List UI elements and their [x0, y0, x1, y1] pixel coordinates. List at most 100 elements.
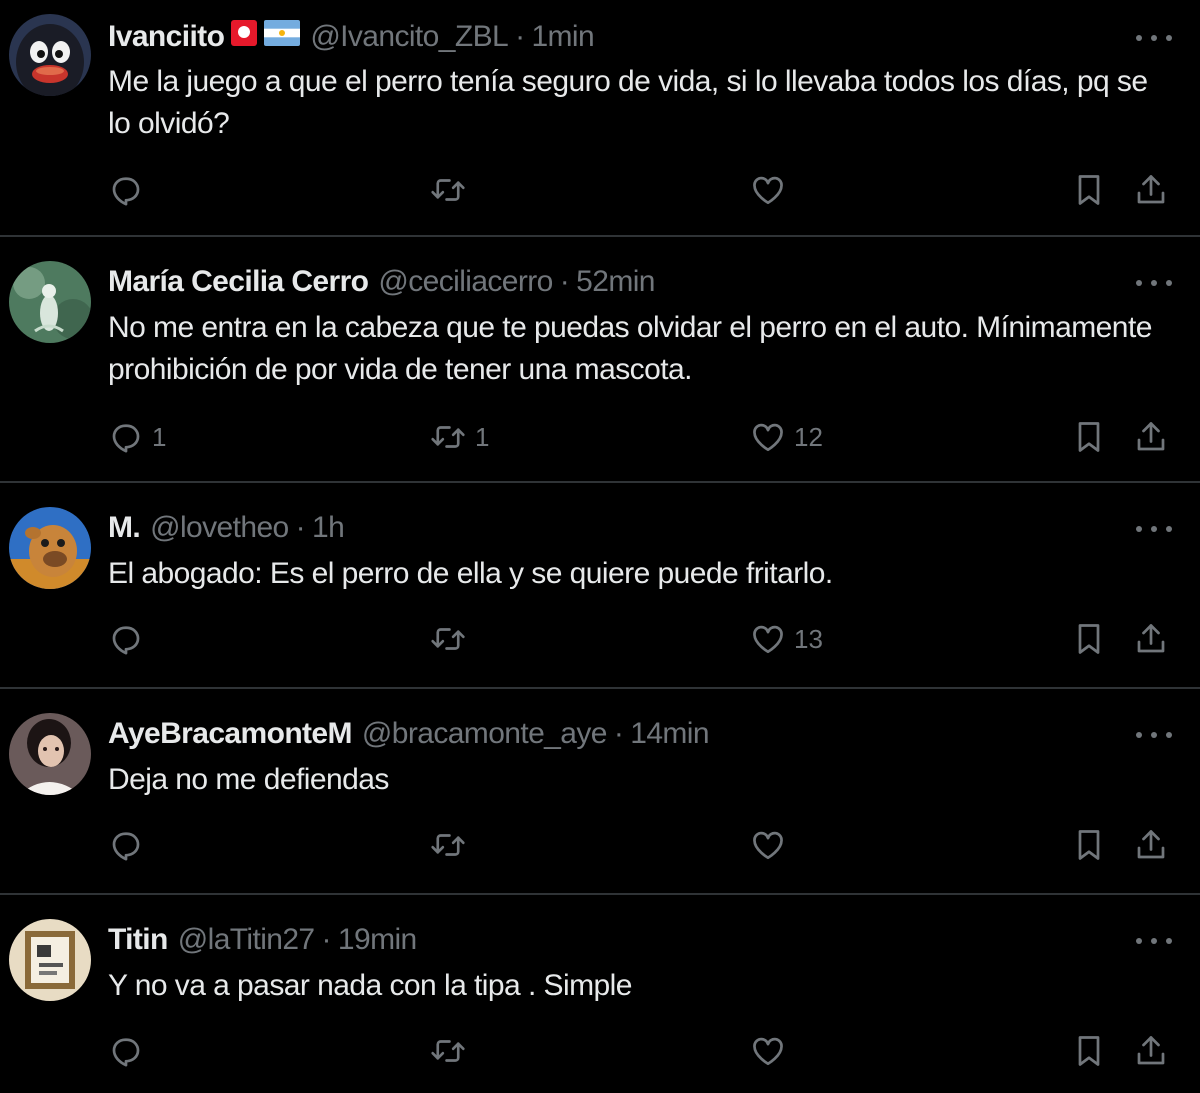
- tweet[interactable]: Ivanciito @Ivancito_ZBL · 1min Me la jue…: [0, 0, 1200, 237]
- tweet-text: El abogado: Es el perro de ella y se qui…: [108, 557, 833, 590]
- bookmark-button[interactable]: [1073, 419, 1105, 455]
- timestamp[interactable]: 19min: [338, 923, 417, 957]
- bookmark-icon: [1078, 175, 1100, 205]
- more-icon[interactable]: [1136, 729, 1172, 741]
- user-handle[interactable]: @lovetheo: [150, 511, 289, 545]
- heart-icon: [753, 625, 783, 654]
- user-handle[interactable]: @laTitin27: [178, 923, 315, 957]
- share-button[interactable]: [1133, 827, 1169, 863]
- like-button[interactable]: [750, 172, 794, 208]
- share-icon: [1137, 1036, 1165, 1065]
- like-button[interactable]: [750, 827, 794, 863]
- retweet-icon: [431, 834, 465, 856]
- reply-button[interactable]: [108, 621, 152, 657]
- tweet-header: M. @lovetheo · 1h: [108, 508, 1130, 548]
- tweet[interactable]: Titin @laTitin27 · 19min Y no va a pasar…: [0, 895, 1200, 1093]
- retweet-button[interactable]: [429, 172, 475, 208]
- timestamp[interactable]: 1min: [531, 20, 594, 54]
- share-button[interactable]: [1133, 1033, 1169, 1069]
- bookmark-icon: [1078, 830, 1100, 860]
- heart-icon: [753, 831, 783, 860]
- tweet[interactable]: M. @lovetheo · 1h El abogado: Es el perr…: [0, 483, 1200, 689]
- retweet-icon: [431, 426, 465, 448]
- reply-button[interactable]: [108, 1033, 152, 1069]
- tweet-header: María Cecilia Cerro @ceciliacerro · 52mi…: [108, 262, 1130, 302]
- like-button[interactable]: 13: [750, 621, 823, 657]
- reply-button[interactable]: 1: [108, 419, 166, 455]
- more-icon[interactable]: [1136, 277, 1172, 289]
- reply-icon: [112, 1038, 140, 1067]
- retweet-count: 1: [475, 421, 490, 452]
- bookmark-button[interactable]: [1073, 621, 1105, 657]
- share-icon: [1137, 175, 1165, 204]
- reply-button[interactable]: [108, 172, 152, 208]
- bookmark-button[interactable]: [1073, 827, 1105, 863]
- reply-feed: Ivanciito @Ivancito_ZBL · 1min Me la jue…: [0, 0, 1200, 1093]
- like-count: 13: [794, 623, 823, 654]
- bookmark-icon: [1078, 422, 1100, 452]
- bookmark-button[interactable]: [1073, 1033, 1105, 1069]
- bookmark-icon: [1078, 1036, 1100, 1066]
- avatar[interactable]: [9, 507, 91, 589]
- separator: ·: [515, 20, 525, 53]
- user-handle[interactable]: @bracamonte_aye: [362, 717, 608, 751]
- tweet-header: Ivanciito @Ivancito_ZBL · 1min: [108, 17, 1130, 57]
- tweet[interactable]: AyeBracamonteM @bracamonte_aye · 14min D…: [0, 689, 1200, 895]
- reply-icon: [112, 832, 140, 861]
- timestamp[interactable]: 14min: [630, 717, 709, 751]
- display-name[interactable]: Titin: [108, 923, 168, 957]
- share-button[interactable]: [1133, 621, 1169, 657]
- retweet-button[interactable]: [429, 621, 475, 657]
- avatar[interactable]: [9, 919, 91, 1001]
- like-button[interactable]: 12: [750, 419, 823, 455]
- heart-icon: [753, 176, 783, 205]
- display-name[interactable]: María Cecilia Cerro: [108, 265, 369, 299]
- separator: ·: [321, 923, 332, 956]
- like-button[interactable]: [750, 1033, 794, 1069]
- heart-icon: [753, 1037, 783, 1066]
- reply-icon: [112, 424, 140, 453]
- share-icon: [1137, 422, 1165, 451]
- retweet-icon: [431, 1040, 465, 1062]
- separator: ·: [613, 717, 624, 750]
- retweet-button[interactable]: [429, 827, 475, 863]
- tweet-text: Deja no me defiendas: [108, 763, 389, 796]
- retweet-icon: [431, 628, 465, 650]
- retweet-button[interactable]: 1: [429, 419, 489, 455]
- reply-button[interactable]: [108, 827, 152, 863]
- bookmark-icon: [1078, 624, 1100, 654]
- avatar[interactable]: [9, 14, 91, 96]
- red-square-emoji-icon: [230, 19, 258, 55]
- share-icon: [1137, 624, 1165, 653]
- tweet-text: Me la juego a que el perro tenía seguro …: [108, 65, 1148, 140]
- separator: ·: [559, 265, 570, 298]
- share-button[interactable]: [1133, 419, 1169, 455]
- separator: ·: [295, 511, 306, 544]
- tweet[interactable]: María Cecilia Cerro @ceciliacerro · 52mi…: [0, 237, 1200, 483]
- reply-icon: [112, 626, 140, 655]
- display-name[interactable]: Ivanciito: [108, 20, 225, 54]
- retweet-button[interactable]: [429, 1033, 475, 1069]
- share-icon: [1137, 830, 1165, 859]
- more-icon[interactable]: [1136, 935, 1172, 947]
- timestamp[interactable]: 52min: [576, 265, 655, 299]
- user-handle[interactable]: @ceciliacerro: [378, 265, 553, 299]
- user-handle[interactable]: @Ivancito_ZBL: [310, 20, 508, 54]
- more-icon[interactable]: [1136, 523, 1172, 535]
- more-icon[interactable]: [1136, 32, 1172, 44]
- argentina-flag-icon: [264, 20, 301, 54]
- tweet-header: Titin @laTitin27 · 19min: [108, 920, 1130, 960]
- display-name[interactable]: M.: [108, 511, 141, 545]
- timestamp[interactable]: 1h: [312, 511, 345, 545]
- bookmark-button[interactable]: [1073, 172, 1105, 208]
- tweet-header: AyeBracamonteM @bracamonte_aye · 14min: [108, 714, 1130, 754]
- share-button[interactable]: [1133, 172, 1169, 208]
- avatar[interactable]: [9, 261, 91, 343]
- retweet-icon: [431, 179, 465, 201]
- like-count: 12: [794, 421, 823, 452]
- tweet-text: Y no va a pasar nada con la tipa . Simpl…: [108, 969, 632, 1002]
- avatar[interactable]: [9, 713, 91, 795]
- heart-icon: [753, 423, 783, 452]
- display-name[interactable]: AyeBracamonteM: [108, 717, 353, 751]
- reply-count: 1: [152, 421, 167, 452]
